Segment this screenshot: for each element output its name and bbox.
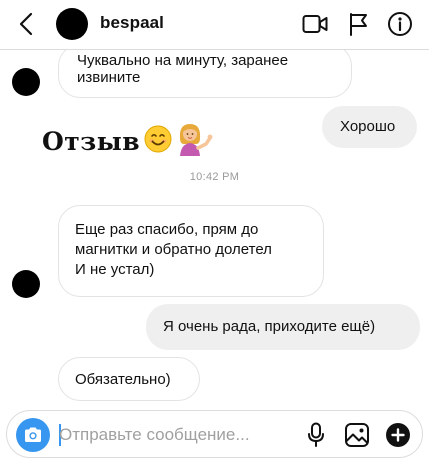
message-composer (6, 410, 423, 458)
incoming-message: Обязательно) (58, 357, 200, 401)
header-avatar[interactable] (56, 8, 88, 40)
incoming-message: Еще раз спасибо, прям до магнитки и обра… (58, 205, 324, 297)
message-input[interactable] (59, 423, 299, 447)
message-line: Еще раз спасибо, прям до (75, 221, 259, 238)
back-chevron-icon[interactable] (14, 10, 38, 38)
sender-avatar[interactable] (12, 68, 40, 96)
gallery-icon[interactable] (344, 422, 370, 448)
sticker-text: Отзыв (42, 127, 141, 156)
microphone-icon[interactable] (303, 422, 329, 448)
person-tipping-hand-emoji-icon (176, 122, 214, 161)
incoming-message: Чуквально на минуту, заранее извините (58, 44, 352, 98)
video-call-icon[interactable] (302, 11, 328, 37)
message-timestamp: 10:42 PM (189, 171, 240, 183)
outgoing-message: Я очень рада, приходите ещё) (146, 304, 420, 350)
message-line: И не устал) (75, 261, 155, 278)
chat-header: bespaal (0, 0, 429, 50)
flag-icon[interactable] (345, 11, 371, 37)
outgoing-message: Хорошо (322, 106, 417, 148)
smiling-face-emoji-icon (144, 125, 172, 158)
sticker-message: Отзыв (42, 122, 214, 161)
message-line: магнитки и обратно долетел (75, 241, 272, 258)
info-icon[interactable] (387, 11, 413, 37)
camera-icon[interactable] (16, 418, 50, 452)
message-line: извините (77, 69, 141, 86)
plus-icon[interactable] (385, 422, 411, 448)
header-username[interactable]: bespaal (100, 13, 164, 33)
sender-avatar[interactable] (12, 270, 40, 298)
